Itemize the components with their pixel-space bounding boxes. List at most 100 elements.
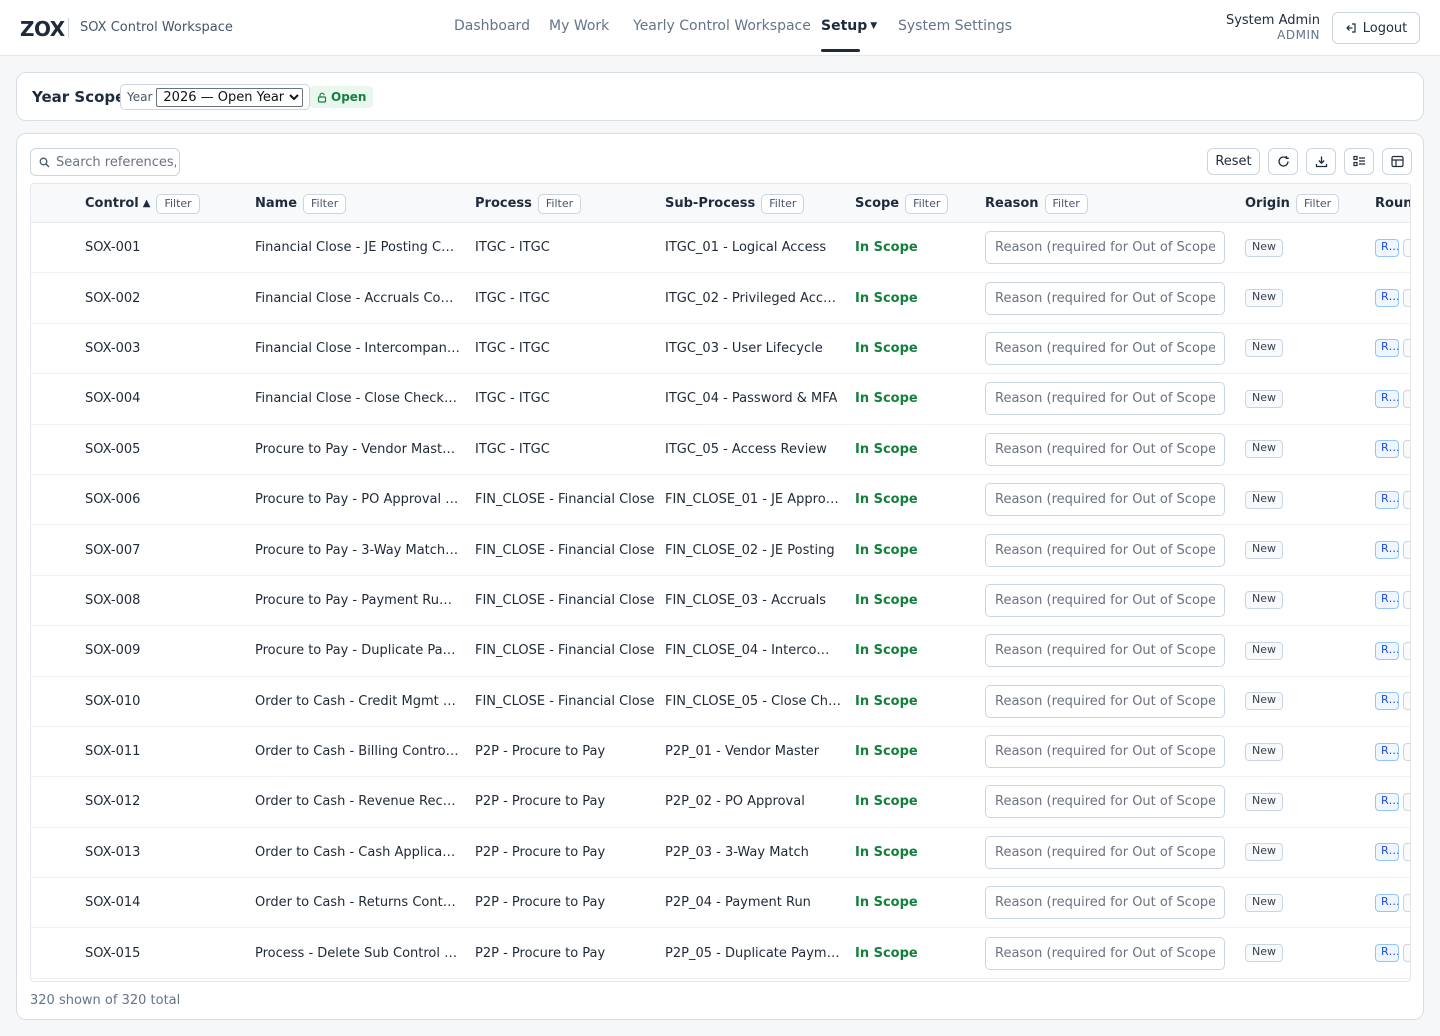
table-row[interactable]: SOX-007 Procure to Pay - 3-Way Match C...… [31, 525, 1410, 576]
column-header-sub-process[interactable]: Sub-Process Filter [665, 184, 805, 223]
scope-status[interactable]: In Scope [855, 895, 918, 910]
cell-scope[interactable]: In Scope [855, 777, 965, 826]
reason-input[interactable] [985, 281, 1225, 315]
scope-status[interactable]: In Scope [855, 694, 918, 709]
table-row[interactable]: SOX-002 Financial Close - Accruals Contro… [31, 273, 1410, 324]
round-badge-next[interactable] [1403, 289, 1410, 308]
reason-input[interactable] [985, 735, 1225, 769]
reason-input[interactable] [985, 483, 1225, 517]
column-header-scope[interactable]: Scope Filter [855, 184, 949, 223]
reason-input[interactable] [985, 634, 1225, 668]
reason-input[interactable] [985, 785, 1225, 819]
round-badge[interactable]: R1 [1375, 944, 1399, 963]
scope-status[interactable]: In Scope [855, 794, 918, 809]
cell-scope[interactable]: In Scope [855, 324, 965, 373]
reset-button[interactable]: Reset [1207, 148, 1260, 175]
scope-status[interactable]: In Scope [855, 845, 918, 860]
scope-status[interactable]: In Scope [855, 291, 918, 306]
round-badge[interactable]: R1 [1375, 893, 1399, 912]
cell-scope[interactable]: In Scope [855, 273, 965, 322]
table-row[interactable]: SOX-014 Order to Cash - Returns Control 1… [31, 878, 1410, 929]
table-row[interactable]: SOX-010 Order to Cash - Credit Mgmt Co...… [31, 677, 1410, 727]
table-row[interactable]: SOX-003 Financial Close - Intercompany C.… [31, 324, 1410, 375]
table-row[interactable]: SOX-015 Process - Delete Sub Control 15 P2… [31, 928, 1410, 979]
filter-button-name[interactable]: Filter [303, 193, 347, 214]
scope-status[interactable]: In Scope [855, 240, 918, 255]
round-badge[interactable]: R1 [1375, 742, 1399, 761]
nav-dashboard[interactable]: Dashboard [454, 18, 530, 34]
search-input[interactable] [56, 154, 176, 170]
year-select[interactable]: 2026 — Open Year [156, 87, 304, 107]
cell-scope[interactable]: In Scope [855, 576, 965, 625]
round-badge-next[interactable] [1403, 641, 1410, 660]
column-header-process[interactable]: Process Filter [475, 184, 582, 223]
round-badge-next[interactable] [1403, 843, 1410, 862]
column-header-control[interactable]: Control ▲ Filter [85, 184, 200, 223]
cell-scope[interactable]: In Scope [855, 626, 965, 675]
scope-status[interactable]: In Scope [855, 341, 918, 356]
table-row[interactable]: SOX-006 Procure to Pay - PO Approval Co..… [31, 475, 1410, 526]
nav-yearly-control-workspace[interactable]: Yearly Control Workspace [633, 18, 811, 34]
table-row[interactable]: SOX-012 Order to Cash - Revenue Recogn...… [31, 777, 1410, 828]
round-badge-next[interactable] [1403, 944, 1410, 963]
reason-input[interactable] [985, 684, 1225, 718]
filter-button-scope[interactable]: Filter [905, 193, 949, 214]
refresh-button[interactable] [1268, 148, 1298, 175]
round-badge[interactable]: R1 [1375, 541, 1399, 560]
columns-button[interactable] [1344, 148, 1374, 175]
nav-my-work[interactable]: My Work [549, 18, 609, 34]
filter-button-process[interactable]: Filter [537, 193, 582, 214]
round-badge[interactable]: R1 [1375, 339, 1399, 358]
round-badge-next[interactable] [1403, 238, 1410, 257]
cell-scope[interactable]: In Scope [855, 525, 965, 574]
round-badge-next[interactable] [1403, 339, 1410, 358]
round-badge[interactable]: R1 [1375, 238, 1399, 257]
table-row[interactable]: SOX-009 Procure to Pay - Duplicate Paym..… [31, 626, 1410, 677]
round-badge-next[interactable] [1403, 742, 1410, 761]
round-badge[interactable]: R1 [1375, 490, 1399, 509]
reason-input[interactable] [985, 835, 1225, 869]
cell-scope[interactable]: In Scope [855, 677, 965, 726]
filter-button-origin[interactable]: Filter [1295, 193, 1340, 214]
cell-scope[interactable]: In Scope [855, 475, 965, 524]
column-header-origin[interactable]: Origin Filter [1245, 184, 1340, 223]
scope-status[interactable]: In Scope [855, 946, 918, 961]
table-row[interactable]: SOX-001 Financial Close - JE Posting Cont… [31, 223, 1410, 274]
scope-status[interactable]: In Scope [855, 543, 918, 558]
table-layout-button[interactable] [1382, 148, 1412, 175]
reason-input[interactable] [985, 331, 1225, 365]
nav-setup[interactable]: Setup ▼ [821, 18, 877, 34]
reason-input[interactable] [985, 231, 1225, 265]
round-badge[interactable]: R1 [1375, 843, 1399, 862]
app-logo[interactable]: ZOX [20, 17, 65, 41]
cell-scope[interactable]: In Scope [855, 425, 965, 474]
reason-input[interactable] [985, 382, 1225, 416]
search-box[interactable] [30, 148, 180, 176]
table-row[interactable]: SOX-008 Procure to Pay - Payment Run Co..… [31, 576, 1410, 627]
table-row[interactable]: SOX-013 Order to Cash - Cash Application.… [31, 828, 1410, 879]
reason-input[interactable] [985, 936, 1225, 970]
round-badge-next[interactable] [1403, 389, 1410, 408]
cell-scope[interactable]: In Scope [855, 878, 965, 927]
table-row[interactable]: SOX-005 Procure to Pay - Vendor Master ..… [31, 425, 1410, 475]
scope-status[interactable]: In Scope [855, 391, 918, 406]
reason-input[interactable] [985, 533, 1225, 567]
column-header-round[interactable]: Round [1375, 184, 1410, 223]
scope-status[interactable]: In Scope [855, 593, 918, 608]
reason-input[interactable] [985, 583, 1225, 617]
round-badge[interactable]: R1 [1375, 440, 1399, 459]
round-badge-next[interactable] [1403, 541, 1410, 560]
scope-status[interactable]: In Scope [855, 744, 918, 759]
round-badge[interactable]: R1 [1375, 389, 1399, 408]
filter-button-sub-process[interactable]: Filter [761, 193, 805, 214]
round-badge-next[interactable] [1403, 490, 1410, 509]
scope-status[interactable]: In Scope [855, 442, 918, 457]
round-badge-next[interactable] [1403, 893, 1410, 912]
scope-status[interactable]: In Scope [855, 643, 918, 658]
round-badge[interactable]: R1 [1375, 591, 1399, 610]
table-row[interactable]: SOX-004 Financial Close - Close Checklist… [31, 374, 1410, 425]
cell-scope[interactable]: In Scope [855, 374, 965, 423]
logout-button[interactable]: Logout [1332, 12, 1420, 44]
filter-button-reason[interactable]: Filter [1044, 193, 1088, 214]
round-badge[interactable]: R1 [1375, 641, 1399, 660]
